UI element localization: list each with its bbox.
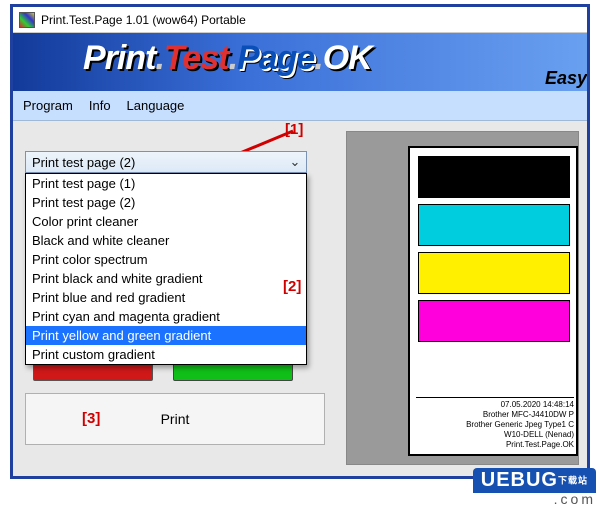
dropdown-option[interactable]: Print yellow and green gradient xyxy=(26,326,306,345)
dropdown-option[interactable]: Print black and white gradient xyxy=(26,269,306,288)
watermark-brand: UEBUG下载站 xyxy=(473,468,596,493)
banner: Print.Test.Page.OK Easy xyxy=(13,33,587,91)
menu-program[interactable]: Program xyxy=(23,98,73,113)
menubar: Program Info Language xyxy=(13,91,587,121)
color-bar-yellow xyxy=(418,252,570,294)
dropdown-option[interactable]: Print test page (2) xyxy=(26,193,306,212)
annotation-3: [3] xyxy=(82,410,100,427)
annotation-1: [1] xyxy=(285,121,303,138)
dropdown-option[interactable]: Print custom gradient xyxy=(26,345,306,364)
preview-meta: 07.05.2020 14:48:14Brother MFC-J4410DW P… xyxy=(416,397,574,450)
menu-language[interactable]: Language xyxy=(127,98,185,113)
dropdown-option[interactable]: Print blue and red gradient xyxy=(26,288,306,307)
dropdown-option[interactable]: Print cyan and magenta gradient xyxy=(26,307,306,326)
print-button[interactable]: [3] Print xyxy=(25,393,325,445)
preview-page: 07.05.2020 14:48:14Brother MFC-J4410DW P… xyxy=(408,146,578,456)
dropdown-option[interactable]: Black and white cleaner xyxy=(26,231,306,250)
color-bar-magenta xyxy=(418,300,570,342)
page-type-dropdown[interactable]: Print test page (1)Print test page (2)Co… xyxy=(25,173,307,365)
menu-info[interactable]: Info xyxy=(89,98,111,113)
preview-pane: 07.05.2020 14:48:14Brother MFC-J4410DW P… xyxy=(346,131,579,465)
banner-subtitle: Easy xyxy=(545,68,587,89)
window-title: Print.Test.Page 1.01 (wow64) Portable xyxy=(41,13,246,27)
dropdown-option[interactable]: Color print cleaner xyxy=(26,212,306,231)
chevron-down-icon: ⌄ xyxy=(288,154,302,170)
watermark: UEBUG下载站 .com xyxy=(436,468,596,507)
combo-selected-label: Print test page (2) xyxy=(32,155,135,170)
titlebar: Print.Test.Page 1.01 (wow64) Portable xyxy=(13,7,587,33)
app-icon xyxy=(19,12,35,28)
dropdown-option[interactable]: Print test page (1) xyxy=(26,174,306,193)
content-area: [1] Print test page (2) ⌄ Print test pag… xyxy=(13,121,587,476)
annotation-2: [2] xyxy=(283,278,301,295)
dropdown-option[interactable]: Print color spectrum xyxy=(26,250,306,269)
left-panel: Print test page (2) ⌄ Print test page (1… xyxy=(25,151,330,365)
app-window: Print.Test.Page 1.01 (wow64) Portable Pr… xyxy=(10,4,590,479)
page-type-combo[interactable]: Print test page (2) ⌄ xyxy=(25,151,307,173)
print-button-label: Print xyxy=(161,411,190,427)
watermark-suffix: .com xyxy=(436,491,596,507)
banner-text: Print.Test.Page.OK xyxy=(83,39,372,78)
color-bar-black xyxy=(418,156,570,198)
color-bar-cyan xyxy=(418,204,570,246)
